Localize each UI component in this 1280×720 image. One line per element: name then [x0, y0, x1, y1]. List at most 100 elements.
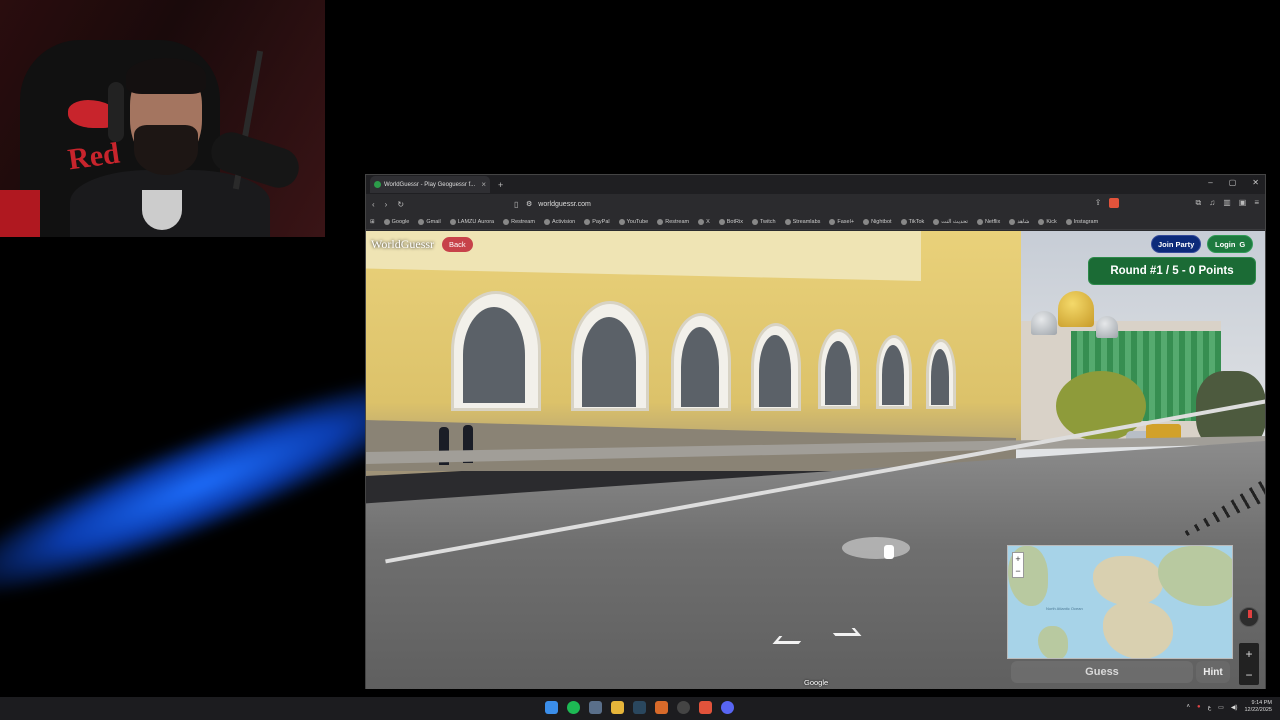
site-info-icon[interactable]: ⚙ [526, 200, 532, 208]
back-arrow-icon[interactable]: ‹ [372, 200, 375, 209]
start-windows-icon[interactable] [545, 701, 558, 714]
bookmark-item[interactable]: Netflix [976, 218, 1001, 225]
bookmark-label: Google [391, 218, 410, 225]
clock[interactable]: 9:14 PM 12/22/2025 [1244, 700, 1272, 714]
bookmark-item[interactable]: Activision [543, 218, 575, 225]
asia-landmass [1158, 546, 1232, 606]
steam-icon[interactable] [633, 701, 646, 714]
join-party-button[interactable]: Join Party [1151, 235, 1202, 253]
street-view-panorama[interactable]: WorldGuessr Back Join Party Login G Roun… [366, 231, 1265, 689]
bookmark-label: Nightbot [871, 218, 892, 225]
pano-cursor-ring [842, 537, 910, 559]
window [882, 345, 904, 405]
guess-button[interactable]: Guess [1011, 661, 1193, 683]
clock-time: 9:14 PM [1251, 700, 1272, 706]
reload-icon[interactable]: ↻ [397, 200, 404, 209]
window-controls: – ▢ ✕ [1208, 178, 1259, 187]
close-window-button[interactable]: ✕ [1252, 178, 1259, 187]
map-zoom-out-button[interactable]: − [1015, 566, 1020, 576]
menu-icon[interactable]: ≡ [1254, 198, 1259, 208]
language-indicator[interactable]: ع [1208, 704, 1212, 711]
bookmark-item[interactable]: YouTube [618, 218, 648, 225]
shirt [142, 190, 182, 230]
bookmark-label: BotRix [726, 218, 743, 225]
site-logo[interactable]: WorldGuessr [371, 237, 434, 252]
bookmark-item[interactable]: Kick [1038, 218, 1057, 225]
clock-date: 12/22/2025 [1244, 707, 1272, 713]
pano-zoom-in-button[interactable]: + [1245, 647, 1252, 661]
bookmark-favicon-icon [657, 218, 664, 225]
app-icon[interactable] [655, 701, 668, 714]
silver-dome [1096, 316, 1118, 338]
bookmark-item[interactable]: Google [383, 218, 410, 225]
bookmark-favicon-icon [933, 218, 940, 225]
bookmark-item[interactable]: TikTok [900, 218, 925, 225]
browser-window: WorldGuessr - Play Geoguessr f... × + – … [365, 174, 1266, 689]
taskbar: ˄ ● ع ▭ ◀) 9:14 PM 12/22/2025 [0, 697, 1280, 720]
bookmark-favicon-icon [698, 218, 705, 225]
url-text: worldguessr.com [538, 200, 591, 208]
media-icon[interactable]: ♫ [1209, 198, 1215, 208]
nav-bar: ‹ › ↻ ▯ ⚙ worldguessr.com ⇪ ⧉ ♫ ▥ ▣ ≡ [366, 194, 1265, 214]
pano-zoom-out-button[interactable]: − [1245, 668, 1252, 682]
bookmarks-bar: ⊞ Google Gmail LAMZU Aurora Restream Activis… [366, 214, 1265, 230]
wallet-icon[interactable]: ▣ [1239, 198, 1247, 208]
window [582, 317, 636, 407]
bookmark-item[interactable]: شاهد [1009, 218, 1029, 225]
folder-icon[interactable] [611, 701, 624, 714]
europe-landmass [1093, 556, 1163, 606]
new-tab-button[interactable]: + [498, 180, 503, 190]
bookmark-favicon-icon [584, 218, 591, 225]
microphone-icon[interactable]: ● [1197, 704, 1201, 710]
minimize-button[interactable]: – [1208, 178, 1212, 187]
bookmark-label: TikTok [908, 218, 925, 225]
bookmark-item[interactable]: BotRix [718, 218, 743, 225]
bookmark-item[interactable]: تحديث النت [933, 218, 968, 225]
guess-minimap[interactable]: + − North Atlantic Ocean [1007, 545, 1233, 659]
bookmark-item[interactable]: PayPal [584, 218, 610, 225]
bookmark-label: Netflix [984, 218, 1001, 225]
bookmark-item[interactable]: Streamlabs [784, 218, 820, 225]
tab-worldguessr[interactable]: WorldGuessr - Play Geoguessr f... × [370, 176, 490, 193]
bookmark-item[interactable]: Nightbot [863, 218, 892, 225]
extensions-icon[interactable]: ⧉ [1195, 198, 1201, 208]
maximize-button[interactable]: ▢ [1229, 178, 1237, 187]
map-zoom-in-button[interactable]: + [1015, 554, 1020, 564]
sidebar-icon[interactable]: ▥ [1223, 198, 1231, 208]
discord-icon[interactable] [721, 701, 734, 714]
brave-icon[interactable] [699, 701, 712, 714]
login-button[interactable]: Login G [1207, 235, 1254, 253]
bookmark-item[interactable]: X [698, 218, 710, 225]
forward-arrow-icon[interactable]: › [385, 200, 388, 209]
close-tab-icon[interactable]: × [481, 180, 486, 189]
chevron-up-icon[interactable]: ˄ [1186, 704, 1190, 710]
compass-icon[interactable] [1239, 607, 1259, 627]
nav-arrow-right-icon[interactable] [828, 628, 862, 636]
brave-shield-icon[interactable] [1109, 198, 1120, 208]
bookmark-favicon-icon [718, 218, 725, 225]
login-label: Login [1215, 239, 1236, 249]
bookmark-icon[interactable]: ▯ [514, 200, 518, 209]
spotify-icon[interactable] [567, 701, 580, 714]
bookmark-item[interactable]: Gmail [418, 218, 441, 225]
bookmark-item[interactable]: Restream [503, 218, 535, 225]
speaker-icon[interactable]: ◀) [1231, 704, 1238, 711]
store-icon[interactable] [589, 701, 602, 714]
bookmark-item[interactable]: Instagram [1065, 218, 1098, 225]
apps-icon[interactable]: ⊞ [370, 219, 375, 225]
bookmark-favicon-icon [863, 218, 870, 225]
share-icon[interactable]: ⇪ [1095, 198, 1102, 208]
bookmark-item[interactable]: Restream [657, 218, 689, 225]
network-icon[interactable]: ▭ [1218, 704, 1224, 711]
bookmark-item[interactable]: Fasel+ [829, 218, 854, 225]
hint-button[interactable]: Hint [1196, 661, 1230, 683]
bookmark-label: Restream [511, 218, 535, 225]
back-button[interactable]: Back [442, 237, 473, 252]
bookmark-item[interactable]: LAMZU Aurora [449, 218, 494, 225]
bookmark-favicon-icon [383, 218, 390, 225]
obs-icon[interactable] [677, 701, 690, 714]
tab-bar: WorldGuessr - Play Geoguessr f... × + – … [366, 175, 1265, 194]
address-bar[interactable]: ⚙ worldguessr.com [526, 197, 591, 211]
bookmark-item[interactable]: Twitch [751, 218, 776, 225]
round-status: Round #1 / 5 - 0 Points [1088, 257, 1256, 285]
